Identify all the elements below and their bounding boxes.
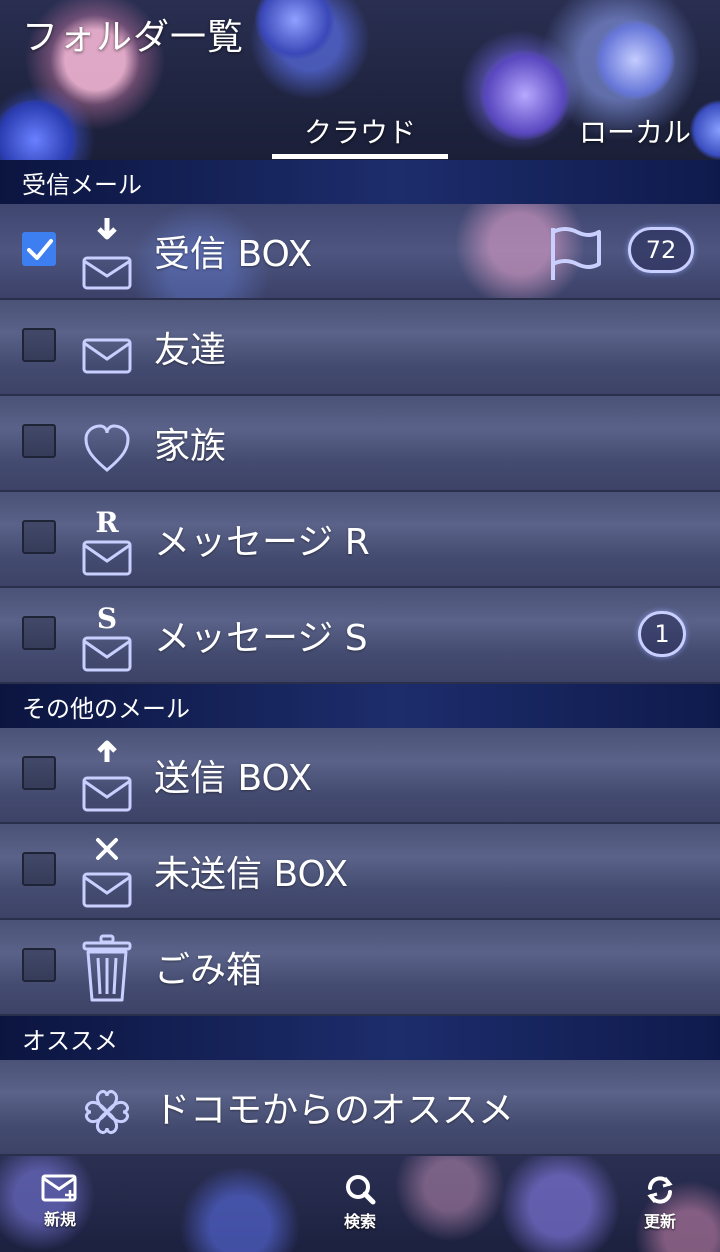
message-r-icon: R (82, 506, 132, 576)
header: フォルダ一覧 クラウド ローカル (0, 0, 720, 160)
search-icon (346, 1175, 376, 1205)
folder-checkbox[interactable] (22, 520, 56, 554)
rose-decoration (0, 100, 80, 160)
folder-checkbox[interactable] (22, 616, 56, 650)
section-header-received: 受信メール (0, 160, 720, 204)
folder-row-outbox[interactable]: 送信 BOX (0, 728, 720, 824)
refresh-button[interactable]: 更新 (620, 1174, 700, 1234)
folder-label: 受信 BOX (154, 234, 313, 275)
unread-count-badge: 72 (628, 227, 694, 273)
bottom-toolbar: 新規 検索 更新 (0, 1156, 720, 1252)
clover-icon (85, 1090, 129, 1134)
section-header-other: その他のメール (0, 684, 720, 728)
folder-row-friends[interactable]: 友達 (0, 300, 720, 396)
svg-text:S: S (97, 602, 117, 635)
folder-row-message-s[interactable]: S メッセージ S 1 (0, 588, 720, 684)
folder-row-unsent[interactable]: 未送信 BOX (0, 824, 720, 920)
tab-cloud[interactable]: クラウド (272, 108, 448, 154)
refresh-label: 更新 (643, 1212, 676, 1231)
rose-decoration (255, 0, 335, 60)
envelope-icon (82, 338, 132, 374)
folder-row-family[interactable]: 家族 (0, 396, 720, 492)
inbox-icon (82, 218, 132, 290)
folder-label: メッセージ S (154, 618, 368, 659)
trash-icon (82, 934, 132, 1002)
section-title: その他のメール (22, 694, 190, 723)
outbox-icon (82, 740, 132, 812)
tab-local[interactable]: ローカル (560, 108, 710, 154)
svg-text:R: R (95, 506, 119, 539)
folder-checkbox[interactable] (22, 424, 56, 458)
page-title: フォルダ一覧 (22, 17, 245, 58)
rose-decoration (480, 50, 570, 140)
unread-count-badge: 1 (638, 611, 686, 657)
folder-checkbox[interactable] (22, 328, 56, 362)
flag-icon[interactable] (545, 224, 605, 284)
folder-checkbox[interactable] (22, 756, 56, 790)
folder-label: 友達 (154, 330, 227, 371)
folder-checkbox[interactable] (22, 948, 56, 982)
message-s-icon: S (82, 602, 132, 672)
section-header-recommend: オススメ (0, 1016, 720, 1060)
section-title: オススメ (22, 1026, 118, 1055)
refresh-icon (647, 1176, 673, 1204)
heart-icon (84, 424, 130, 472)
new-mail-button[interactable]: 新規 (20, 1174, 100, 1234)
rose-decoration (595, 20, 675, 100)
search-label: 検索 (343, 1212, 376, 1231)
folder-label: 送信 BOX (154, 758, 313, 799)
folder-label: メッセージ R (154, 522, 370, 563)
folder-checkbox[interactable] (22, 852, 56, 886)
folder-row-docomo-recommend[interactable]: ドコモからのオススメ (0, 1060, 720, 1156)
folder-row-inbox[interactable]: 受信 BOX 72 (0, 204, 720, 300)
section-title: 受信メール (22, 170, 142, 199)
folder-label: 家族 (154, 426, 227, 467)
folder-row-trash[interactable]: ごみ箱 (0, 920, 720, 1016)
folder-label: ドコモからのオススメ (154, 1090, 515, 1131)
active-tab-indicator (272, 154, 448, 159)
search-button[interactable]: 検索 (320, 1174, 400, 1234)
folder-label: ごみ箱 (154, 950, 263, 991)
unsent-box-icon (82, 838, 132, 908)
new-mail-label: 新規 (43, 1210, 76, 1229)
folder-label: 未送信 BOX (154, 854, 349, 895)
checkmark-icon (27, 239, 53, 260)
folder-row-message-r[interactable]: R メッセージ R (0, 492, 720, 588)
new-mail-icon (41, 1174, 77, 1202)
folder-checkbox[interactable] (22, 232, 56, 266)
